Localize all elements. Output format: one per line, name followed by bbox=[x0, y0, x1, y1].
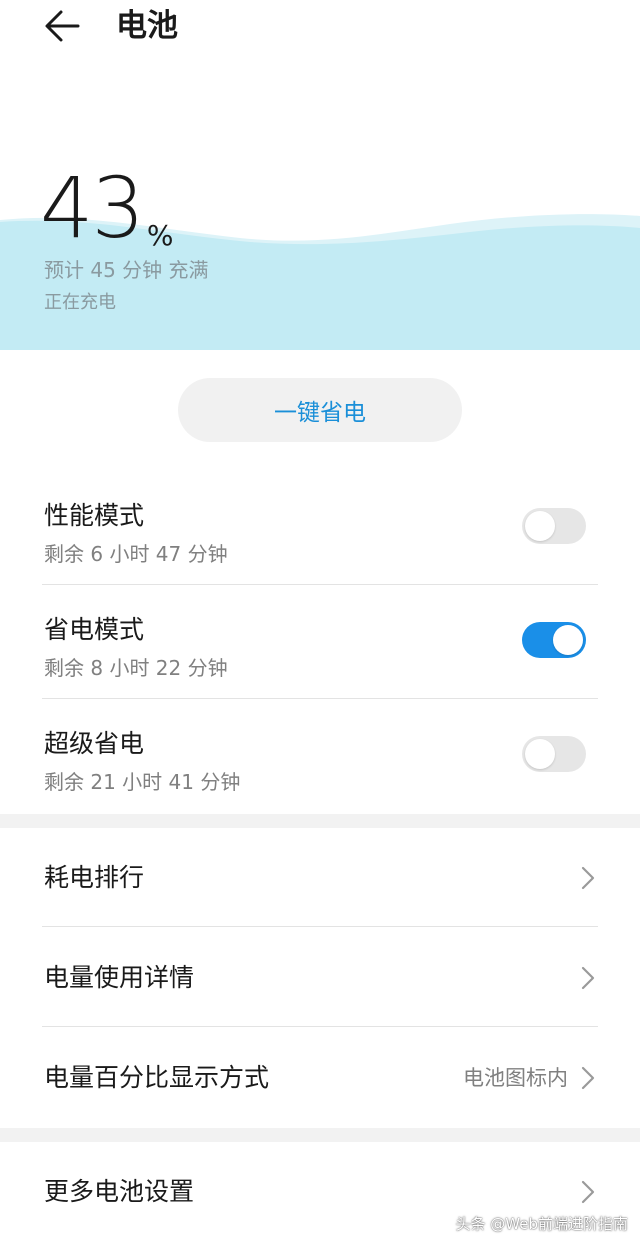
chevron-right-icon bbox=[581, 1180, 595, 1204]
nav-label: 更多电池设置 bbox=[44, 1177, 195, 1206]
page-title: 电池 bbox=[116, 8, 178, 44]
mode-row-performance: 性能模式 剩余 6 小时 47 分钟 bbox=[0, 470, 640, 584]
toggle-knob bbox=[525, 511, 555, 541]
mode-row-super-saving: 超级省电 剩余 21 小时 41 分钟 bbox=[0, 698, 640, 812]
nav-percentage-display[interactable]: 电量百分比显示方式 电池图标内 bbox=[0, 1028, 640, 1128]
back-button[interactable] bbox=[36, 4, 88, 48]
super-saving-mode-toggle[interactable] bbox=[522, 736, 586, 772]
performance-mode-toggle[interactable] bbox=[522, 508, 586, 544]
section-separator bbox=[0, 1128, 640, 1142]
back-arrow-icon bbox=[45, 10, 80, 42]
mode-title: 省电模式 bbox=[44, 615, 145, 644]
power-saving-mode-toggle[interactable] bbox=[522, 622, 586, 658]
battery-percent: 43 % bbox=[40, 160, 174, 250]
one-key-save-button[interactable]: 一键省电 bbox=[178, 378, 462, 442]
section-separator bbox=[0, 814, 640, 828]
header-bar: 电池 bbox=[0, 0, 640, 60]
nav-label: 电量使用详情 bbox=[44, 963, 195, 992]
mode-title: 性能模式 bbox=[44, 501, 145, 530]
charge-estimate: 预计 45 分钟 充满 bbox=[44, 258, 209, 282]
mode-row-power-saving: 省电模式 剩余 8 小时 22 分钟 bbox=[0, 584, 640, 698]
nav-label: 耗电排行 bbox=[44, 863, 145, 892]
chevron-right-icon bbox=[581, 1066, 595, 1090]
battery-status-panel: 43 % 预计 45 分钟 充满 正在充电 bbox=[0, 150, 640, 350]
nav-label: 电量百分比显示方式 bbox=[44, 1063, 270, 1092]
watermark: 头条 @Web前端进阶指南 bbox=[455, 1215, 628, 1233]
battery-percent-sign: % bbox=[146, 219, 174, 252]
mode-remaining: 剩余 8 小时 22 分钟 bbox=[44, 656, 228, 680]
mode-remaining: 剩余 6 小时 47 分钟 bbox=[44, 542, 228, 566]
mode-remaining: 剩余 21 小时 41 分钟 bbox=[44, 770, 241, 794]
mode-title: 超级省电 bbox=[44, 729, 145, 758]
chevron-right-icon bbox=[581, 866, 595, 890]
nav-power-ranking[interactable]: 耗电排行 bbox=[0, 828, 640, 928]
battery-percent-value: 43 bbox=[40, 159, 145, 257]
toggle-knob bbox=[525, 739, 555, 769]
nav-current-value: 电池图标内 bbox=[463, 1066, 568, 1090]
toggle-knob bbox=[553, 625, 583, 655]
divider bbox=[42, 1026, 598, 1027]
divider bbox=[42, 926, 598, 927]
nav-usage-details[interactable]: 电量使用详情 bbox=[0, 928, 640, 1028]
charging-status: 正在充电 bbox=[44, 292, 116, 313]
chevron-right-icon bbox=[581, 966, 595, 990]
